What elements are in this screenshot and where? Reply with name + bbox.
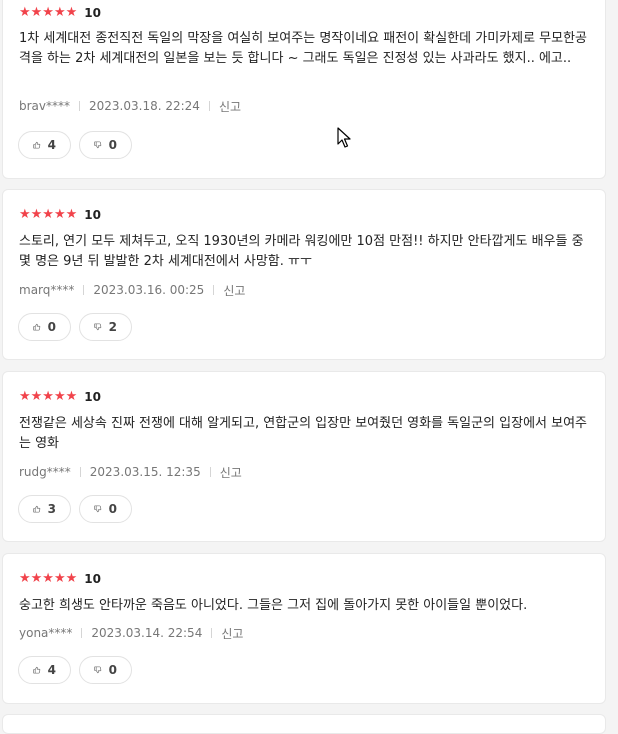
vote-buttons: 4 0 xyxy=(18,656,132,684)
dislike-count: 0 xyxy=(108,663,117,677)
report-link[interactable]: 신고 xyxy=(219,98,241,115)
like-button[interactable]: 0 xyxy=(18,313,71,341)
dislike-count: 2 xyxy=(108,320,117,334)
review-text: 전쟁같은 세상속 진짜 전쟁에 대해 알게되고, 연합군의 입장만 보여줬던 영… xyxy=(19,416,588,451)
thumbs-up-icon xyxy=(33,505,41,513)
review-date: 2023.03.18. 22:24 xyxy=(89,99,200,113)
report-link[interactable]: 신고 xyxy=(220,464,242,481)
divider xyxy=(208,101,210,111)
review-card: ★★★★★ 10 전쟁같은 세상속 진짜 전쟁에 대해 알게되고, 연합군의 입… xyxy=(2,371,606,542)
report-link[interactable]: 신고 xyxy=(223,282,245,299)
review-text: 스토리, 연기 모두 제쳐두고, 오직 1930년의 카메라 워킹에만 10점 … xyxy=(19,234,584,269)
review-date: 2023.03.16. 00:25 xyxy=(93,283,205,297)
rating-score: 10 xyxy=(84,6,101,20)
star-rating: ★★★★★ xyxy=(19,207,78,222)
rating: ★★★★★ 10 xyxy=(19,571,101,587)
like-count: 0 xyxy=(47,320,56,334)
divider xyxy=(79,467,81,477)
like-button[interactable]: 4 xyxy=(18,131,71,159)
thumbs-up-icon xyxy=(33,323,41,331)
review-card: ★★★★★ 10 1차 세계대전 종전직전 독일의 막장을 여실히 보여주는 명… xyxy=(2,0,606,179)
review-meta: marq**** 2023.03.16. 00:25 신고 xyxy=(19,282,245,298)
review-author: rudg**** xyxy=(19,465,71,479)
review-date: 2023.03.14. 22:54 xyxy=(91,626,203,640)
dislike-count: 0 xyxy=(108,502,117,516)
review-author: brav**** xyxy=(19,99,71,113)
divider xyxy=(81,628,83,638)
review-text: 1차 세계대전 종전직전 독일의 막장을 여실히 보여주는 명작이네요 패전이 … xyxy=(19,31,588,66)
divider xyxy=(213,285,215,295)
rating-score: 10 xyxy=(84,572,101,586)
review-date: 2023.03.15. 12:35 xyxy=(89,465,201,479)
dislike-button[interactable]: 2 xyxy=(79,313,132,341)
like-button[interactable]: 4 xyxy=(18,656,71,684)
thumbs-down-icon xyxy=(94,141,102,149)
review-card: ★★★★★ 10 스토리, 연기 모두 제쳐두고, 오직 1930년의 카메라 … xyxy=(2,189,606,360)
review-text: 숭고한 희생도 안타까운 죽음도 아니었다. 그들은 그저 집에 돌아가지 못한… xyxy=(19,598,528,613)
review-card: ★★★★★ 10 숭고한 희생도 안타까운 죽음도 아니었다. 그들은 그저 집… xyxy=(2,553,606,704)
star-rating: ★★★★★ xyxy=(19,571,78,586)
rating-score: 10 xyxy=(84,208,101,222)
vote-buttons: 3 0 xyxy=(18,495,132,523)
review-author: yona**** xyxy=(19,626,73,640)
review-author: marq**** xyxy=(19,283,75,297)
vote-buttons: 4 0 xyxy=(18,131,132,159)
like-count: 4 xyxy=(47,138,56,152)
rating: ★★★★★ 10 xyxy=(19,389,101,405)
thumbs-down-icon xyxy=(94,505,102,513)
rating: ★★★★★ 10 xyxy=(19,5,101,21)
like-count: 3 xyxy=(47,502,56,516)
divider xyxy=(83,285,85,295)
thumbs-up-icon xyxy=(33,141,41,149)
review-card xyxy=(2,714,606,734)
thumbs-down-icon xyxy=(94,666,102,674)
vote-buttons: 0 2 xyxy=(18,313,132,341)
thumbs-up-icon xyxy=(33,666,41,674)
rating: ★★★★★ 10 xyxy=(19,207,101,223)
dislike-button[interactable]: 0 xyxy=(79,656,132,684)
like-button[interactable]: 3 xyxy=(18,495,71,523)
star-rating: ★★★★★ xyxy=(19,5,78,20)
like-count: 4 xyxy=(47,663,56,677)
rating-score: 10 xyxy=(84,390,101,404)
dislike-count: 0 xyxy=(108,138,117,152)
thumbs-down-icon xyxy=(94,323,102,331)
review-meta: yona**** 2023.03.14. 22:54 신고 xyxy=(19,625,243,641)
dislike-button[interactable]: 0 xyxy=(79,131,132,159)
report-link[interactable]: 신고 xyxy=(221,625,243,642)
mouse-pointer-icon xyxy=(337,127,351,148)
divider xyxy=(209,467,211,477)
review-meta: rudg**** 2023.03.15. 12:35 신고 xyxy=(19,464,242,480)
dislike-button[interactable]: 0 xyxy=(79,495,132,523)
divider xyxy=(211,628,213,638)
divider xyxy=(79,101,81,111)
star-rating: ★★★★★ xyxy=(19,389,78,404)
review-meta: brav**** 2023.03.18. 22:24 신고 xyxy=(19,98,241,114)
